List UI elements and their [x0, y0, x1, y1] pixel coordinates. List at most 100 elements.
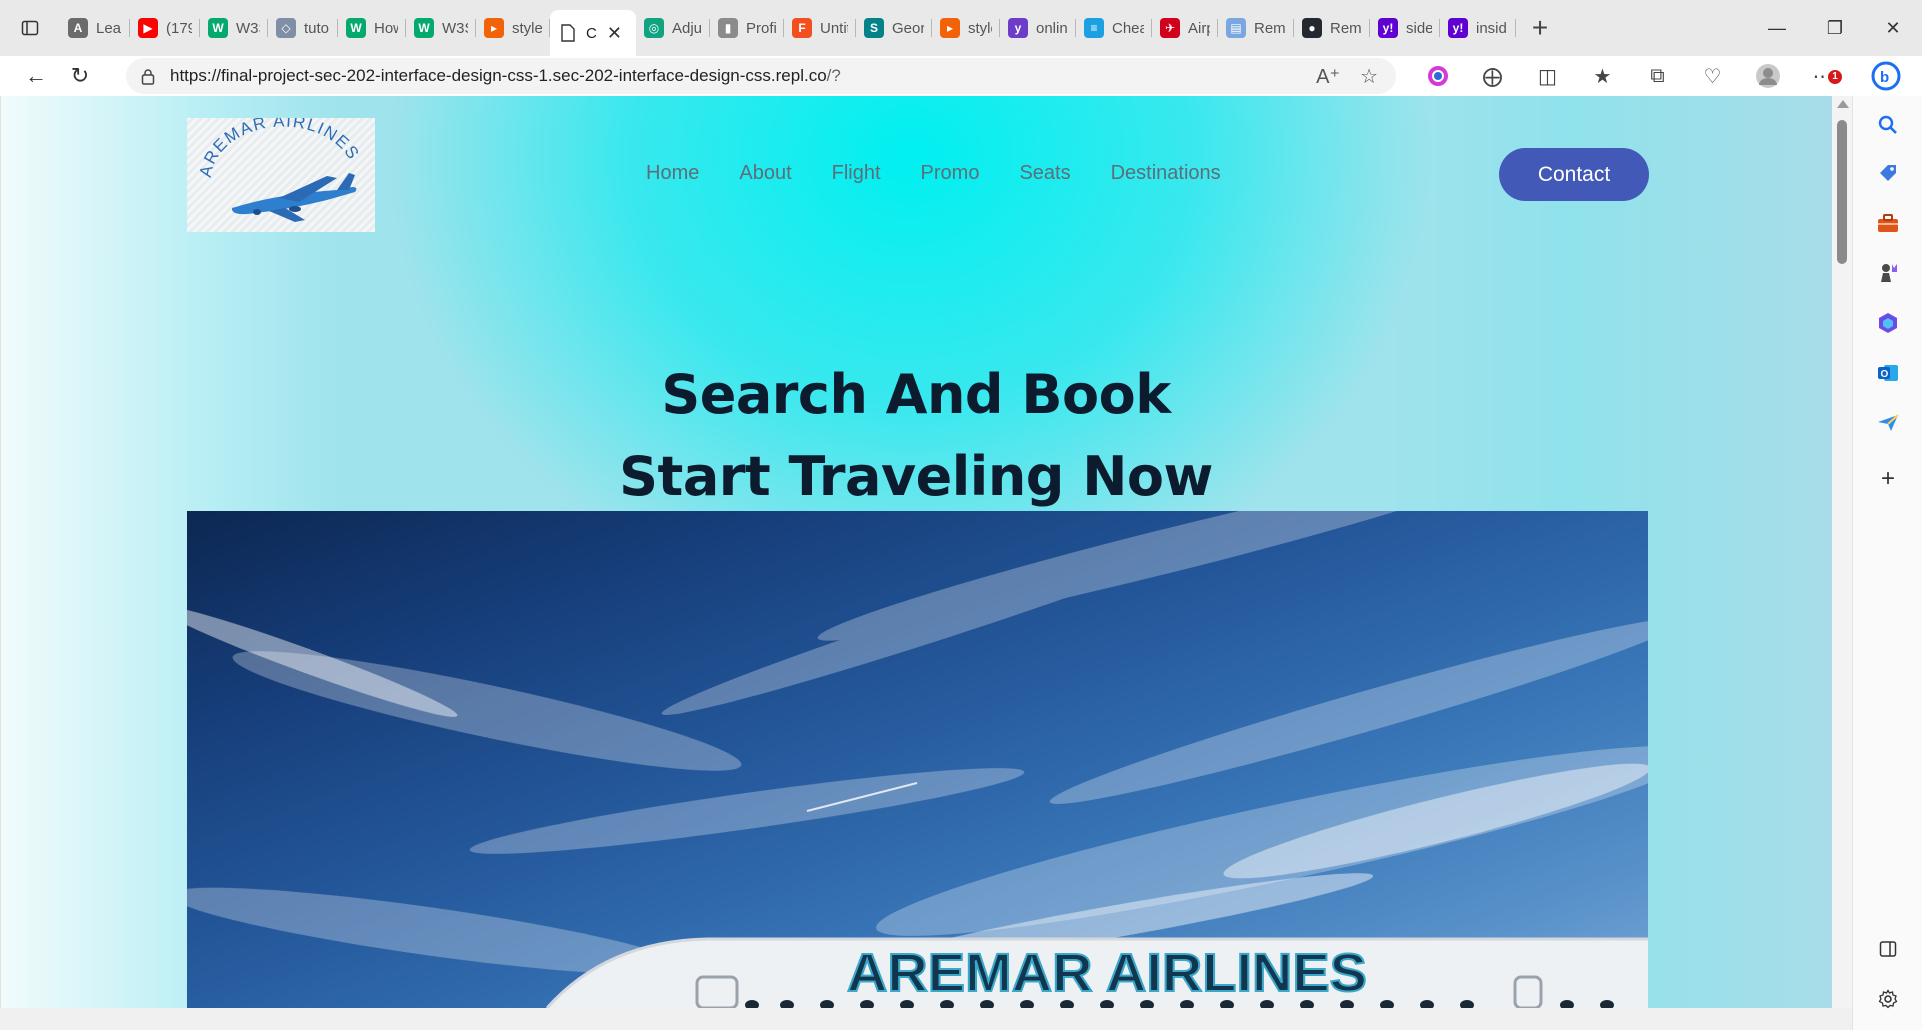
- browser-essentials-icon[interactable]: ♡: [1685, 64, 1740, 89]
- sidebar-settings-gear-icon[interactable]: [1875, 986, 1901, 1012]
- tab-favicon-icon: S: [864, 18, 884, 38]
- tab-title: W3S: [442, 19, 468, 37]
- url-text[interactable]: https://final-project-sec-202-interface-…: [170, 66, 1316, 86]
- browser-tab[interactable]: ◇ tutor: [268, 8, 338, 48]
- site-logo[interactable]: AREMAR AIRLINES: [187, 118, 375, 232]
- nav-about[interactable]: About: [739, 162, 791, 185]
- browser-toolbar: ← ↻ https://final-project-sec-202-interf…: [0, 56, 1922, 96]
- tab-favicon-icon: W: [208, 18, 228, 38]
- address-bar[interactable]: https://final-project-sec-202-interface-…: [126, 58, 1396, 94]
- extensions-puzzle-icon[interactable]: ⨁: [1465, 64, 1520, 89]
- tab-title: C: [586, 24, 597, 42]
- tab-active[interactable]: C ✕: [550, 10, 636, 56]
- browser-tab[interactable]: F Untit: [784, 8, 856, 48]
- browser-tab[interactable]: ▮ Profil: [710, 8, 784, 48]
- browser-tab[interactable]: ● Rem: [1294, 8, 1370, 48]
- scroll-thumb[interactable]: [1837, 120, 1847, 264]
- bottom-frame: [0, 1008, 1852, 1030]
- games-chess-icon[interactable]: [1875, 260, 1901, 286]
- vertical-scrollbar[interactable]: [1832, 96, 1852, 1008]
- favorites-icon[interactable]: ★: [1575, 64, 1630, 89]
- tab-actions-icon: [21, 20, 39, 36]
- tab-title: styles: [512, 19, 542, 37]
- browser-tab[interactable]: y! side: [1370, 8, 1440, 48]
- tab-favicon-icon: ▤: [1226, 18, 1246, 38]
- tab-actions-button[interactable]: [0, 0, 60, 56]
- nav-seats[interactable]: Seats: [1019, 162, 1070, 185]
- hero-title: Search And Book Start Traveling Now: [561, 354, 1271, 518]
- tab-favicon-icon: A: [68, 18, 88, 38]
- split-screen-icon[interactable]: ◫: [1520, 64, 1575, 89]
- nav-promo[interactable]: Promo: [921, 162, 980, 185]
- tab-close-icon[interactable]: ✕: [607, 23, 622, 44]
- tab-favicon-icon: W: [346, 18, 366, 38]
- settings-more-icon[interactable]: ⋯ 1: [1795, 64, 1850, 89]
- browser-tab[interactable]: ▸ styles: [476, 8, 550, 48]
- nav-flight[interactable]: Flight: [832, 162, 881, 185]
- hero-sky-image: AREMAR AIRLINES: [187, 511, 1648, 1008]
- tab-title: How: [374, 19, 398, 37]
- browser-tab[interactable]: ▤ Rem: [1218, 8, 1294, 48]
- browser-tab[interactable]: W How: [338, 8, 406, 48]
- add-sidebar-app-icon[interactable]: +: [1875, 465, 1901, 492]
- plane-livery-text: AREMAR AIRLINES: [847, 943, 1367, 1003]
- profile-avatar-icon[interactable]: [1740, 63, 1795, 89]
- tab-favicon-icon: ≡: [1084, 18, 1104, 38]
- close-window-button[interactable]: ✕: [1864, 0, 1922, 56]
- hero-title-line1: Search And Book: [661, 363, 1171, 426]
- browser-tab[interactable]: W W3S: [406, 8, 476, 48]
- nav-home[interactable]: Home: [646, 162, 699, 185]
- browser-tab[interactable]: ≡ Chea: [1076, 8, 1152, 48]
- address-actions: A⁺ ☆: [1316, 64, 1378, 89]
- refresh-button[interactable]: ↻: [58, 56, 102, 96]
- hide-sidebar-icon[interactable]: [1875, 936, 1901, 962]
- browser-tab[interactable]: ▶ (179: [130, 8, 200, 48]
- browser-tab[interactable]: ◎ Adju: [636, 8, 710, 48]
- browser-tab[interactable]: S Geor: [856, 8, 932, 48]
- tab-favicon-icon: y: [1008, 18, 1028, 38]
- microsoft-365-icon[interactable]: [1875, 310, 1901, 336]
- tab-favicon-icon: ▶: [138, 18, 158, 38]
- notification-badge: 1: [1828, 69, 1842, 84]
- restore-button[interactable]: ❐: [1806, 0, 1864, 56]
- lock-icon[interactable]: [126, 68, 170, 85]
- browser-tab[interactable]: y onlin: [1000, 8, 1076, 48]
- scroll-up-arrow-icon[interactable]: [1837, 100, 1849, 108]
- browser-tab[interactable]: ▸ style: [932, 8, 1000, 48]
- copilot-icon[interactable]: b: [1866, 56, 1906, 96]
- tab-favicon-icon: y!: [1448, 18, 1468, 38]
- color-picker-extension-icon[interactable]: [1410, 66, 1465, 86]
- contact-button[interactable]: Contact: [1499, 148, 1649, 201]
- new-tab-button[interactable]: +: [1516, 8, 1564, 48]
- collections-icon[interactable]: ⧉: [1630, 65, 1685, 88]
- browser-tab[interactable]: A Learn: [60, 8, 130, 48]
- browser-tab[interactable]: ✈ Airpa: [1152, 8, 1218, 48]
- tab-title: insid: [1476, 19, 1507, 37]
- url-host: https://final-project-sec-202-interface-…: [170, 66, 827, 85]
- outlook-icon[interactable]: O: [1875, 360, 1901, 386]
- nav-destinations[interactable]: Destinations: [1111, 162, 1221, 185]
- extension-bar: ⨁ ◫ ★ ⧉ ♡ ⋯ 1: [1410, 56, 1850, 96]
- send-drop-icon[interactable]: [1875, 410, 1901, 436]
- tab-title: Learn: [96, 19, 122, 37]
- page-viewport: AREMAR AIRLINES Home About Flight Promo …: [0, 96, 1832, 1008]
- airline-logo-icon: AREMAR AIRLINES: [196, 118, 362, 222]
- hero-title-line2: Start Traveling Now: [619, 445, 1213, 508]
- tab-favicon-icon: y!: [1378, 18, 1398, 38]
- tab-favicon-icon: ▸: [940, 18, 960, 38]
- browser-tab[interactable]: y! insid: [1440, 8, 1516, 48]
- tab-favicon-icon: ✈: [1160, 18, 1180, 38]
- minimize-button[interactable]: —: [1748, 0, 1806, 56]
- tools-briefcase-icon[interactable]: [1875, 210, 1901, 236]
- shopping-tag-icon[interactable]: [1875, 160, 1901, 186]
- tab-list: ALearn▶(179WW3S◇tutorWHowWW3S▸stylesC✕◎A…: [60, 0, 1516, 56]
- tab-title: Geor: [892, 19, 924, 37]
- browser-tab[interactable]: W W3S: [200, 8, 268, 48]
- search-icon[interactable]: [1875, 112, 1901, 138]
- tab-favicon-icon: ●: [1302, 18, 1322, 38]
- back-button[interactable]: ←: [14, 56, 58, 96]
- favorite-star-icon[interactable]: ☆: [1360, 64, 1378, 89]
- tab-title: Untit: [820, 19, 848, 37]
- tab-title: side: [1406, 19, 1432, 37]
- read-aloud-icon[interactable]: A⁺: [1316, 64, 1340, 89]
